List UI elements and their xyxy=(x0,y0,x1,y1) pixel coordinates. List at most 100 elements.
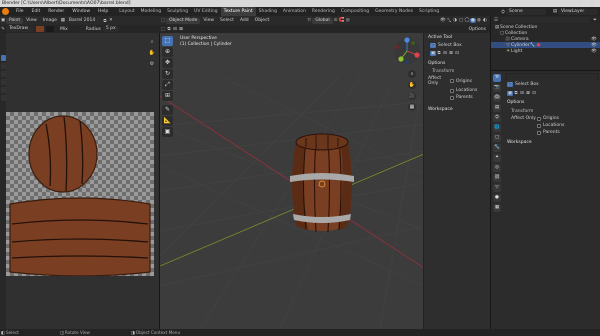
zoom-icon[interactable]: ⌕ xyxy=(408,70,416,78)
workspace-tab-scripting[interactable]: Scripting xyxy=(416,7,442,16)
close-button[interactable]: ✕ xyxy=(586,0,598,7)
perspective-toggle-icon[interactable]: ▦ xyxy=(408,103,416,111)
annotate-tool-button[interactable]: ✎ xyxy=(162,105,173,115)
menu-help[interactable]: Help xyxy=(94,7,112,16)
paint-mode-dropdown[interactable]: Paint xyxy=(6,17,24,24)
image-settings-icon[interactable]: ⚙ xyxy=(148,60,156,68)
properties-options-header[interactable]: Options xyxy=(505,97,599,108)
outliner-row-light[interactable]: ☀ Light 👁 xyxy=(491,48,600,54)
pan-hand-icon[interactable]: ✋ xyxy=(148,49,156,57)
tool-tab-icon[interactable]: ⚒ xyxy=(493,74,501,82)
image-name-field[interactable]: Barrel 2014 xyxy=(65,17,102,24)
render-tab-icon[interactable]: 📷 xyxy=(493,84,501,92)
menu-render[interactable]: Render xyxy=(44,7,68,16)
gizmo-x-axis[interactable] xyxy=(414,52,420,58)
object-tab-icon[interactable]: ▢ xyxy=(493,134,501,142)
image-editor-menu-view[interactable]: View xyxy=(23,18,40,23)
select-box-tool-button[interactable]: ⬚ xyxy=(162,36,173,46)
object-mode-dropdown[interactable]: Object Mode xyxy=(166,17,201,24)
rotate-tool-button[interactable]: ↻ xyxy=(162,69,173,79)
minimize-button[interactable]: — xyxy=(562,0,574,7)
workspace-tab-texture-paint[interactable]: Texture Paint xyxy=(220,7,256,16)
workspace-tab-modeling[interactable]: Modeling xyxy=(138,7,164,16)
proportional-edit-icon[interactable]: ◎ xyxy=(345,18,351,23)
select-invert-icon[interactable]: ⊠ xyxy=(178,27,184,32)
zoom-icon[interactable]: ⌕ xyxy=(148,38,156,46)
visibility-eye-icon[interactable]: 👁 xyxy=(591,37,597,42)
origins-checkbox[interactable] xyxy=(450,79,454,83)
move-tool-button[interactable]: ✥ xyxy=(162,58,173,68)
texture-canvas[interactable] xyxy=(6,112,154,277)
viewport-menu-add[interactable]: Add xyxy=(237,18,252,23)
visibility-eye-icon[interactable]: 👁 xyxy=(591,43,597,48)
shading-rendered-icon[interactable]: ◐ xyxy=(482,18,488,23)
scene-selector[interactable]: Scene xyxy=(506,8,546,15)
workspace-tab-compositing[interactable]: Compositing xyxy=(338,7,372,16)
mode-intersect-icon[interactable]: ⊡ xyxy=(454,51,460,56)
soften-tool-button[interactable] xyxy=(0,63,6,69)
locations-checkbox[interactable] xyxy=(450,88,454,93)
mask-tool-button[interactable] xyxy=(0,95,6,101)
options-header[interactable]: Options xyxy=(424,59,490,68)
workspace-tab-geometry-nodes[interactable]: Geometry Nodes xyxy=(372,7,416,16)
menu-file[interactable]: File xyxy=(12,7,28,16)
world-tab-icon[interactable]: 🌐 xyxy=(493,124,501,132)
properties-workspace-header[interactable]: Workspace xyxy=(505,136,599,149)
blender-logo-icon[interactable] xyxy=(2,8,9,15)
visibility-eye-icon[interactable]: 👁 xyxy=(591,49,597,54)
view-layer-selector[interactable]: ViewLayer xyxy=(558,8,598,15)
properties-origins-checkbox[interactable] xyxy=(537,116,541,121)
particles-tab-icon[interactable]: ✦ xyxy=(493,154,501,162)
viewport-menu-view[interactable]: View xyxy=(200,18,217,23)
maximize-button[interactable]: ☐ xyxy=(574,0,586,7)
properties-transform-subheader[interactable]: Transform xyxy=(505,108,599,115)
properties-parents-checkbox[interactable] xyxy=(537,130,541,135)
workspace-tab-rendering[interactable]: Rendering xyxy=(309,7,338,16)
blend-mode-dropdown[interactable]: Mix xyxy=(60,27,68,32)
filter-icon[interactable]: ⏷ xyxy=(592,17,598,23)
viewport-menu-object[interactable]: Object xyxy=(252,18,273,23)
primary-color-swatch[interactable] xyxy=(36,26,44,32)
close-image-icon[interactable]: ✕ xyxy=(108,18,114,23)
pan-hand-icon[interactable]: ✋ xyxy=(408,81,416,89)
modifier-tab-icon[interactable]: 🔧 xyxy=(493,144,501,152)
barrel-3d-object[interactable] xyxy=(286,128,358,240)
fill-tool-button[interactable] xyxy=(0,87,6,93)
view-layer-tab-icon[interactable]: ▤ xyxy=(493,104,501,112)
mode-intersect-icon[interactable]: ⊡ xyxy=(531,91,537,96)
output-tab-icon[interactable]: 🖨 xyxy=(493,94,501,102)
secondary-color-swatch[interactable] xyxy=(46,26,54,32)
cursor-tool-button[interactable]: ⊕ xyxy=(162,47,173,57)
menu-edit[interactable]: Edit xyxy=(28,7,45,16)
properties-search-input[interactable] xyxy=(507,73,597,80)
outliner-type-icon[interactable]: ☰ xyxy=(493,18,499,23)
3d-viewport[interactable]: ⬚ Object Mode View Select Add Object ⤧ G… xyxy=(160,16,490,329)
workspace-tab-shading[interactable]: Shading xyxy=(256,7,280,16)
menu-window[interactable]: Window xyxy=(68,7,94,16)
camera-view-icon[interactable]: 🎥 xyxy=(408,92,416,100)
scale-tool-button[interactable]: ⤢ xyxy=(162,80,173,90)
properties-locations-checkbox[interactable] xyxy=(537,123,541,128)
physics-tab-icon[interactable]: ◎ xyxy=(493,164,501,172)
material-tab-icon[interactable]: ● xyxy=(493,194,501,202)
data-tab-icon[interactable]: ▽ xyxy=(493,184,501,192)
constraints-tab-icon[interactable]: ⛓ xyxy=(493,174,501,182)
parents-checkbox[interactable] xyxy=(450,95,454,100)
add-cube-tool-button[interactable]: ▣ xyxy=(162,127,173,137)
image-editor-menu-image[interactable]: Image xyxy=(40,18,60,23)
workspace-tab-layout[interactable]: Layout xyxy=(116,7,137,16)
smear-tool-button[interactable] xyxy=(0,71,6,77)
transform-tool-button[interactable]: ⊞ xyxy=(162,91,173,101)
clone-tool-button[interactable] xyxy=(0,79,6,85)
navigation-gizmo[interactable] xyxy=(392,36,422,66)
transform-subheader[interactable]: Transform xyxy=(424,68,490,75)
active-tool-header[interactable]: Active Tool xyxy=(424,33,490,42)
scene-tab-icon[interactable]: ⛭ xyxy=(493,114,501,122)
outliner-search-input[interactable] xyxy=(501,17,590,23)
workspace-tab-uv-editing[interactable]: UV Editing xyxy=(191,7,220,16)
measure-tool-button[interactable]: 📐 xyxy=(162,116,173,126)
brush-name-field[interactable]: TexDraw xyxy=(6,26,34,32)
workspace-tab-animation[interactable]: Animation xyxy=(280,7,309,16)
transform-orientation-dropdown[interactable]: Global xyxy=(312,17,333,24)
draw-tool-button[interactable] xyxy=(0,55,6,61)
